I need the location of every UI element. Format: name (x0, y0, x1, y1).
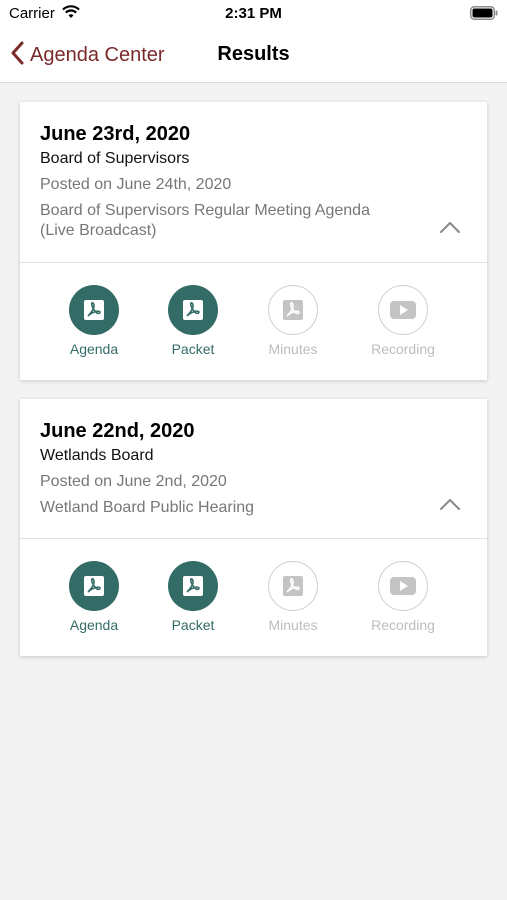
pdf-icon (268, 285, 318, 335)
recording-button[interactable]: Recording (353, 561, 453, 634)
recording-label: Recording (371, 341, 435, 357)
recording-button[interactable]: Recording (353, 285, 453, 358)
pdf-icon (268, 561, 318, 611)
packet-button[interactable]: Packet (143, 561, 243, 634)
minutes-label: Minutes (268, 617, 318, 633)
meeting-info: June 22nd, 2020 Wetlands Board Posted on… (20, 399, 487, 518)
posted-date: Posted on June 2nd, 2020 (40, 473, 227, 490)
meeting-card: June 22nd, 2020 Wetlands Board Posted on… (20, 399, 487, 656)
chevron-up-icon[interactable] (439, 497, 461, 516)
meeting-description: Wetland Board Public Hearing (40, 499, 255, 516)
status-time: 2:31 PM (225, 5, 282, 22)
meeting-date: June 23rd, 2020 (40, 123, 191, 145)
pdf-icon (69, 561, 119, 611)
play-icon (378, 285, 428, 335)
navigation-bar: Agenda Center Results (0, 28, 507, 83)
meeting-body: Wetlands Board (40, 447, 154, 464)
packet-button[interactable]: Packet (143, 285, 243, 358)
agenda-button[interactable]: Agenda (44, 561, 144, 634)
meeting-description: Board of Supervisors Regular Meeting Age… (40, 202, 370, 239)
pdf-icon (168, 285, 218, 335)
chevron-up-icon[interactable] (439, 220, 461, 239)
document-actions: Agenda Packet Minutes Recording (20, 539, 487, 657)
agenda-button[interactable]: Agenda (44, 285, 144, 358)
packet-label: Packet (171, 617, 215, 633)
posted-date: Posted on June 24th, 2020 (40, 176, 232, 193)
play-icon (378, 561, 428, 611)
agenda-label: Agenda (69, 341, 119, 357)
status-bar: Carrier 2:31 PM (0, 0, 507, 28)
packet-label: Packet (171, 341, 215, 357)
document-actions: Agenda Packet Minutes Recording (20, 263, 487, 381)
pdf-icon (69, 285, 119, 335)
minutes-button[interactable]: Minutes (243, 561, 343, 634)
page-title: Results (217, 43, 290, 65)
meeting-info: June 23rd, 2020 Board of Supervisors Pos… (20, 102, 487, 241)
recording-label: Recording (371, 617, 435, 633)
battery-icon (470, 6, 498, 25)
meeting-date: June 22nd, 2020 (40, 420, 195, 442)
minutes-label: Minutes (268, 341, 318, 357)
minutes-button[interactable]: Minutes (243, 285, 343, 358)
meeting-body: Board of Supervisors (40, 150, 190, 167)
pdf-icon (168, 561, 218, 611)
agenda-label: Agenda (69, 617, 119, 633)
meeting-card: June 23rd, 2020 Board of Supervisors Pos… (20, 102, 487, 380)
